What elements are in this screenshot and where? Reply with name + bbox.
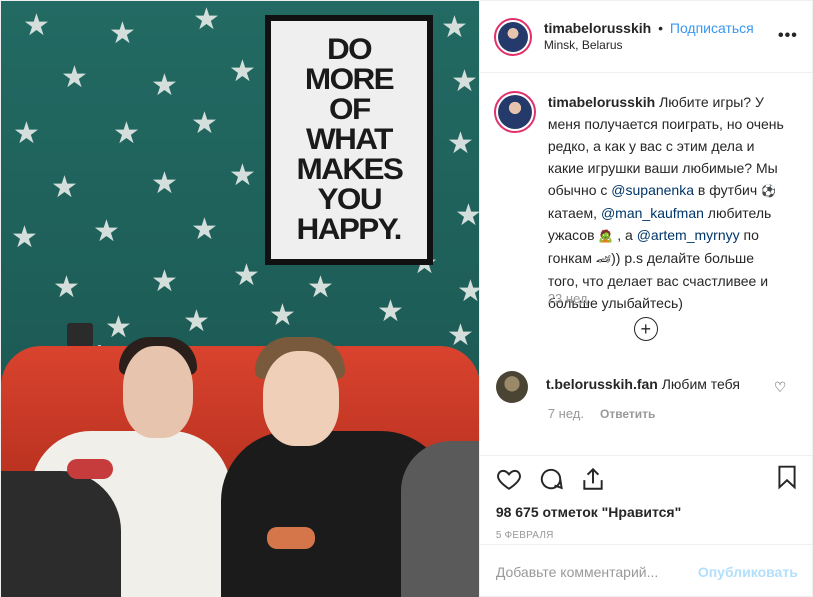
motivational-poster: DO MORE OF WHAT MAKES YOU HAPPY. [265,15,433,265]
publish-button[interactable]: Опубликовать [698,564,798,580]
zombie-icon: 🧟 [598,229,614,243]
caption-part: в футбич [694,182,762,198]
star-decoration: ★ [93,215,120,248]
star-decoration: ★ [109,17,136,50]
caption-part: катаем, [547,205,601,221]
gamepad [67,459,113,479]
poster-text: DO MORE OF WHAT MAKES YOU HAPPY. [271,21,427,259]
star-decoration: ★ [183,305,210,338]
star-decoration: ★ [151,167,178,200]
comment-body: Любим тебя [657,376,740,392]
caption-part: , а [613,227,637,243]
star-decoration: ★ [229,159,256,192]
person-right-head [263,351,339,446]
avatar[interactable] [493,91,536,133]
star-decoration: ★ [233,259,260,292]
post-date[interactable]: 5 ФЕВРАЛЯ [496,530,798,541]
comment-input[interactable] [495,563,698,580]
action-icons [496,460,798,500]
commenter-avatar[interactable] [495,371,528,403]
avatar[interactable] [493,17,532,56]
post-photo[interactable]: ★ ★ ★ ★ ★ ★ ★ ★ ★ ★ ★ ★ ★ ★ ★ ★ ★ ★ ★ ★ … [1,1,479,597]
star-decoration: ★ [151,69,178,102]
gamepad [267,527,315,549]
post-sidebar: timabelorusskih • Подписаться Minsk, Bel… [478,1,813,597]
comment-icon[interactable] [538,466,564,495]
post-header: timabelorusskih • Подписаться Minsk, Bel… [479,1,813,73]
star-decoration: ★ [13,117,40,150]
caption-username[interactable]: timabelorusskih [548,94,655,110]
star-decoration: ★ [307,271,334,304]
post-actions: 98 675 отметок "Нравится" 5 ФЕВРАЛЯ [479,455,813,541]
star-decoration: ★ [11,221,38,254]
poster-line: YOU [317,183,382,216]
avatar-image [497,95,532,129]
load-more-comments-icon[interactable]: + [633,317,658,341]
star-decoration: ★ [113,117,140,150]
mention-link[interactable]: @man_kaufman [601,205,704,221]
follow-button[interactable]: Подписаться [670,20,754,36]
star-decoration: ★ [23,9,50,42]
comment-text: t.belorusskih.fan Любим тебя [546,375,740,403]
star-decoration: ★ [457,275,479,308]
username-link[interactable]: timabelorusskih [544,20,651,36]
like-count[interactable]: 98 675 отметок "Нравится" [496,504,798,520]
caption-text: timabelorusskih Любите игры? У меня полу… [548,91,788,314]
reply-button[interactable]: Ответить [600,407,655,421]
poster-line: WHAT [306,123,393,156]
heart-icon[interactable] [496,466,522,495]
add-comment-bar: Опубликовать [479,544,813,597]
comments-section[interactable]: timabelorusskih Любите игры? У меня полу… [480,73,813,455]
race-car-icon: 🏎 [595,252,612,266]
bookmark-icon[interactable] [774,464,800,493]
star-decoration: ★ [191,107,218,140]
soccer-ball-icon: ⚽ [761,184,776,198]
poster-line: MORE [304,63,395,96]
leg [1,471,121,597]
star-decoration: ★ [53,271,80,304]
separator-dot: • [658,19,663,36]
caption-timestamp[interactable]: 23 нед. [548,291,591,306]
share-icon[interactable] [580,466,606,495]
comment-meta: 7 нед. Ответить [548,406,656,421]
star-decoration: ★ [451,65,478,98]
star-decoration: ★ [377,295,404,328]
poster-line: DO [326,33,373,66]
poster-line: OF [328,93,371,126]
star-decoration: ★ [51,171,78,204]
poster-line: MAKES [296,153,403,186]
header-text: timabelorusskih • Подписаться Minsk, Bel… [544,20,754,54]
commenter-username[interactable]: t.belorusskih.fan [546,376,658,392]
star-decoration: ★ [105,311,132,344]
location-link[interactable]: Minsk, Belarus [544,37,754,54]
person-left-head [123,346,193,438]
star-decoration: ★ [269,299,296,332]
star-decoration: ★ [441,11,468,44]
caption: timabelorusskih Любите игры? У меня полу… [493,91,788,314]
mention-link[interactable]: @supanenka [611,182,694,198]
more-options-icon[interactable]: ••• [778,27,798,45]
star-decoration: ★ [447,127,474,160]
star-decoration: ★ [151,265,178,298]
mention-link[interactable]: @artem_myrnyy [637,227,740,243]
star-decoration: ★ [193,3,220,36]
comment-item: t.belorusskih.fan Любим тебя ♡ [495,371,796,403]
leg [401,441,479,597]
star-decoration: ★ [447,319,474,352]
comment-timestamp[interactable]: 7 нед. [548,406,584,421]
like-comment-heart-icon[interactable]: ♡ [774,379,787,396]
star-decoration: ★ [61,61,88,94]
star-decoration: ★ [229,55,256,88]
avatar-image [497,21,528,52]
star-decoration: ★ [191,213,218,246]
instagram-post: ★ ★ ★ ★ ★ ★ ★ ★ ★ ★ ★ ★ ★ ★ ★ ★ ★ ★ ★ ★ … [0,0,813,597]
star-decoration: ★ [455,199,479,232]
poster-line: HAPPY. [296,213,403,246]
